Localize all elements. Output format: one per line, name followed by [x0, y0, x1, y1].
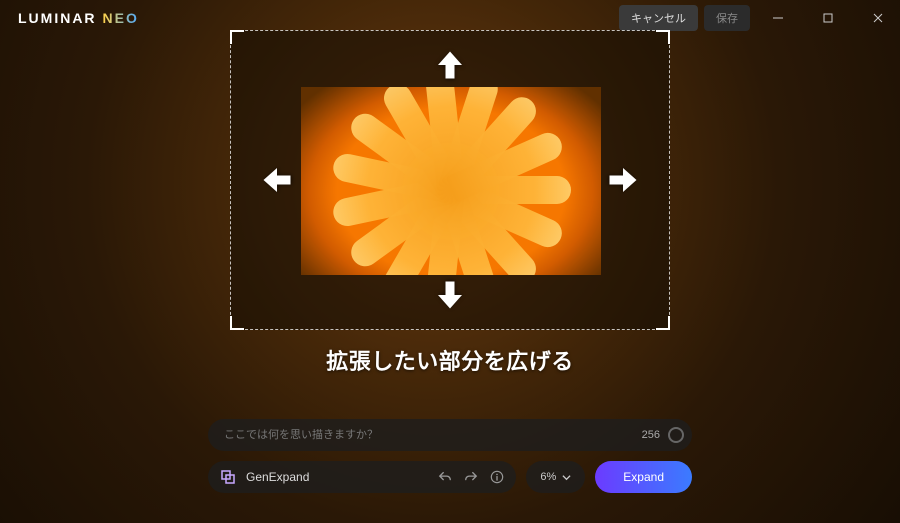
expand-canvas[interactable]	[230, 30, 670, 330]
crop-handle-tr[interactable]	[656, 30, 670, 44]
char-ring-icon	[668, 427, 684, 443]
crop-handle-br[interactable]	[656, 316, 670, 330]
tool-chip: GenExpand	[208, 461, 516, 493]
app-brand: LUMINAR NEO	[18, 10, 139, 26]
window-minimize-button[interactable]	[756, 0, 800, 36]
expand-arrow-right[interactable]	[605, 162, 641, 198]
zoom-value: 6%	[540, 471, 556, 483]
expand-arrow-up[interactable]	[432, 47, 468, 83]
brand-word-1: LUMINAR	[18, 10, 97, 26]
bottom-controls: 256 GenExpand 6% Expand	[208, 419, 692, 493]
prompt-row: 256	[208, 419, 692, 451]
window-close-button[interactable]	[856, 0, 900, 36]
zoom-dropdown[interactable]: 6%	[526, 461, 585, 493]
crop-frame[interactable]	[230, 30, 670, 330]
history-controls	[438, 470, 504, 484]
expand-arrow-left[interactable]	[259, 162, 295, 198]
maximize-icon	[823, 13, 833, 23]
chevron-down-icon	[562, 473, 571, 482]
window-maximize-button[interactable]	[806, 0, 850, 36]
genexpand-icon	[220, 469, 236, 485]
char-counter: 256	[642, 429, 660, 441]
close-icon	[873, 13, 883, 23]
instruction-text: 拡張したい部分を広げる	[0, 344, 900, 376]
crop-handle-bl[interactable]	[230, 316, 244, 330]
brand-word-2: NEO	[103, 10, 139, 26]
info-button[interactable]	[490, 470, 504, 484]
crop-handle-tl[interactable]	[230, 30, 244, 44]
redo-button[interactable]	[464, 470, 478, 484]
tool-row: GenExpand 6% Expand	[208, 461, 692, 493]
undo-button[interactable]	[438, 470, 452, 484]
cancel-button[interactable]: キャンセル	[619, 5, 698, 31]
expand-button[interactable]: Expand	[595, 461, 692, 493]
source-image	[301, 87, 601, 275]
prompt-input[interactable]	[224, 429, 642, 441]
expand-arrow-down[interactable]	[432, 277, 468, 313]
minimize-icon	[773, 13, 783, 23]
save-button[interactable]: 保存	[704, 5, 750, 31]
tool-name: GenExpand	[246, 470, 428, 484]
